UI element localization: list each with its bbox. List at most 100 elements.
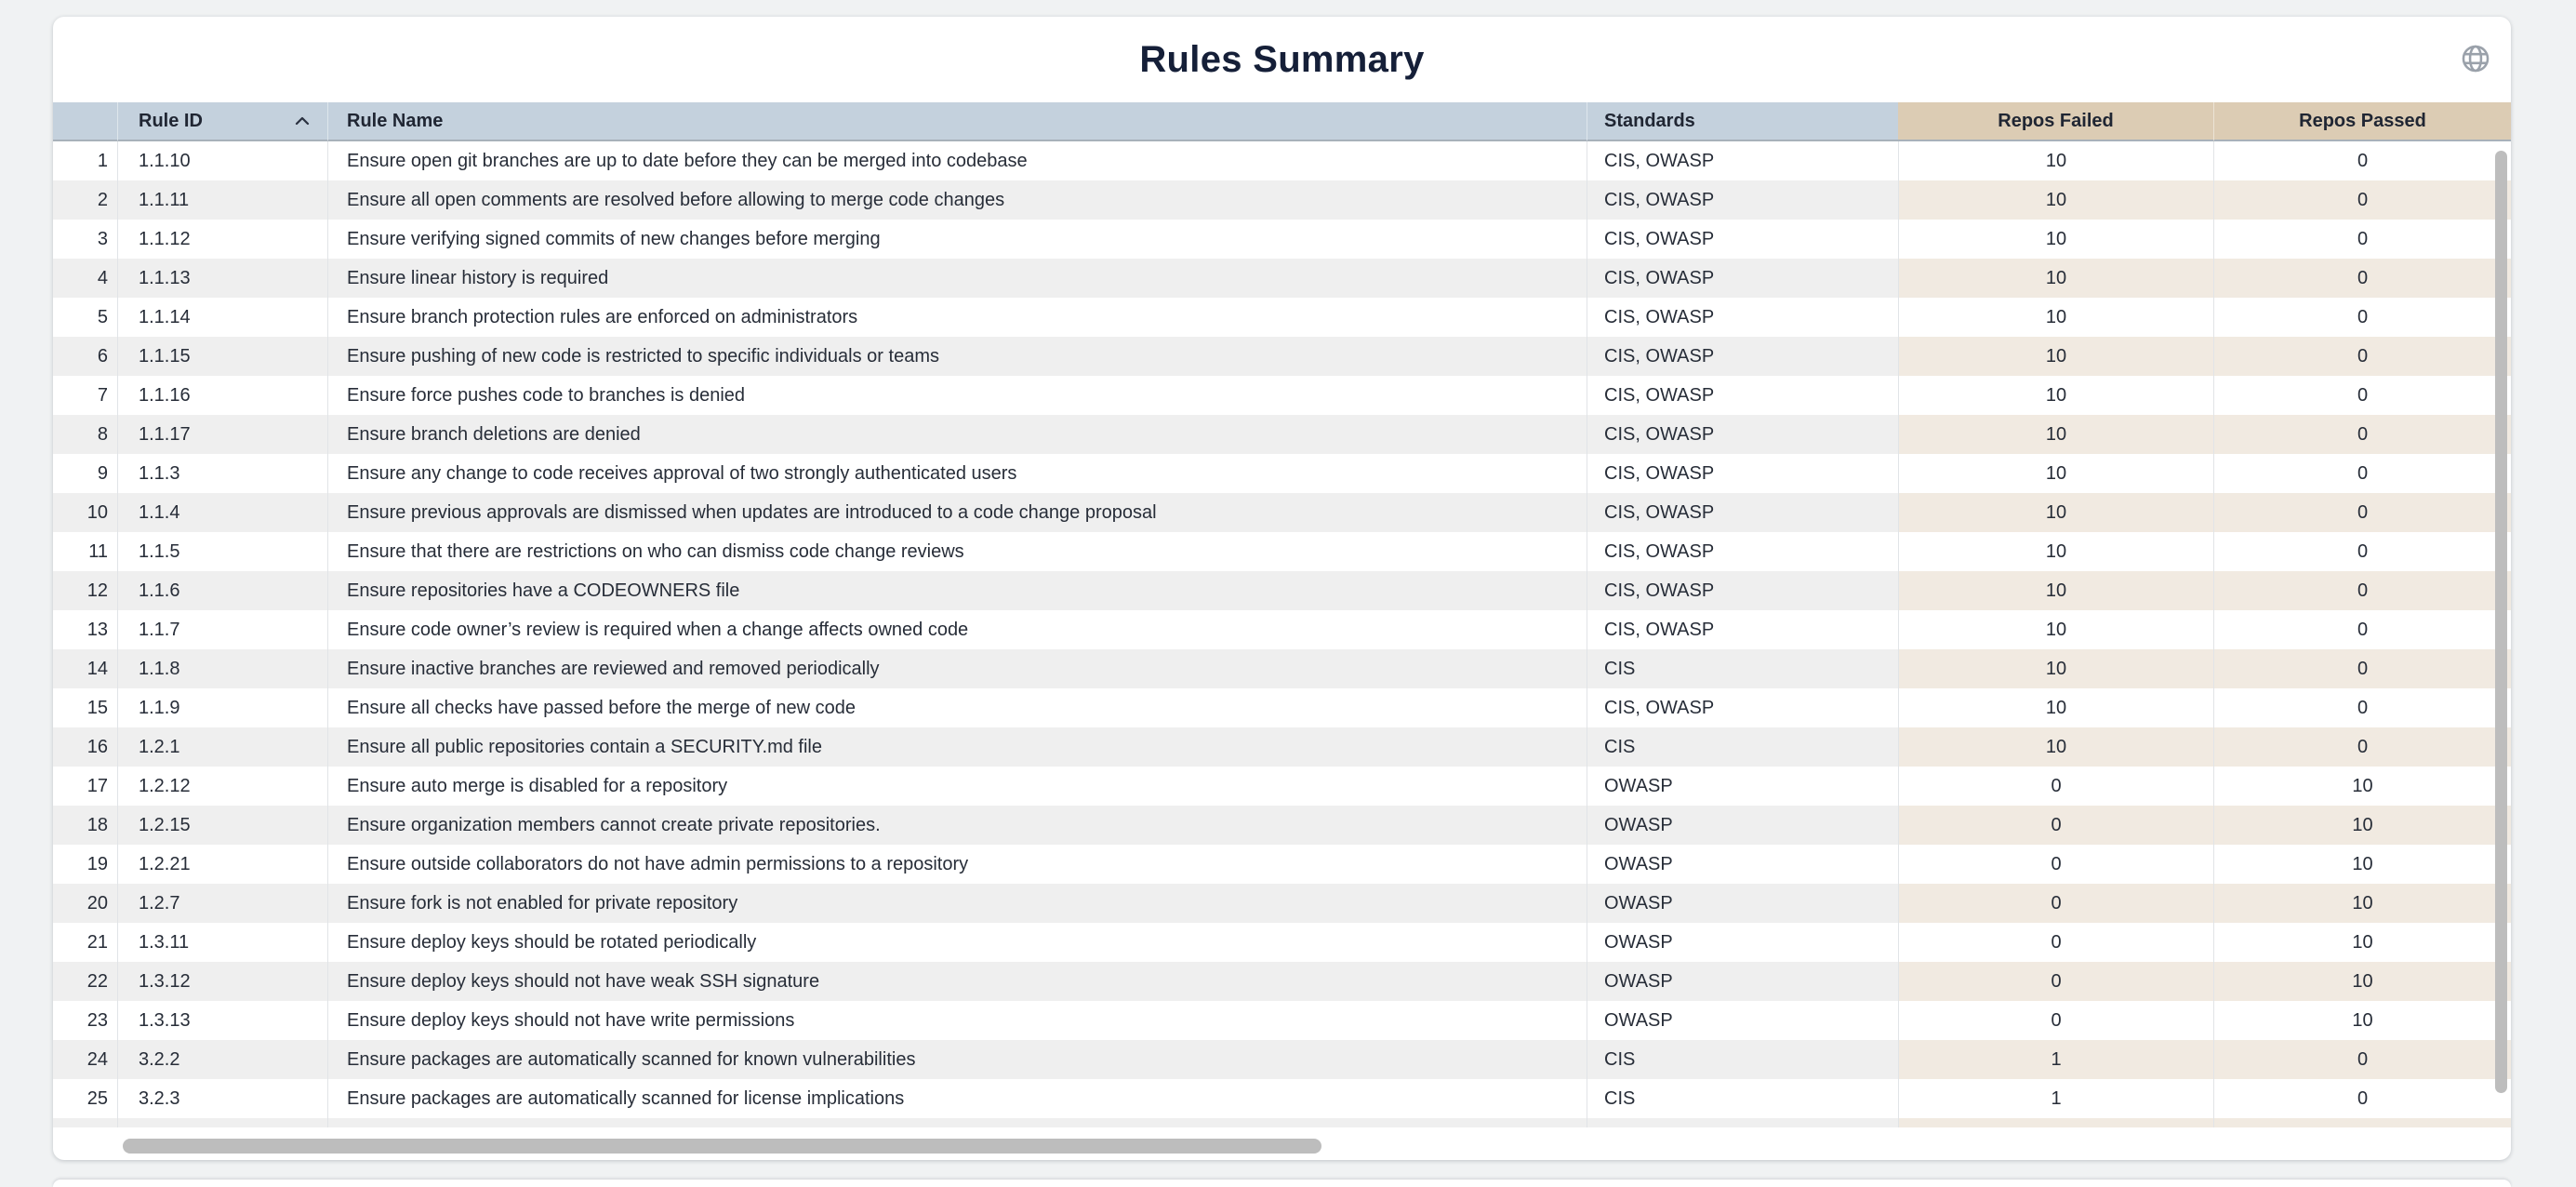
cell-row-index: 25	[53, 1079, 117, 1118]
cell-repos-passed: 0	[2213, 415, 2511, 454]
cell-repos-failed: 10	[1898, 532, 2213, 571]
cell-repos-passed: 0	[2213, 259, 2511, 298]
cell-repos-passed: 0	[2213, 220, 2511, 259]
cell-rule-id: 1.2.7	[117, 884, 327, 923]
cell-repos-failed: 10	[1898, 610, 2213, 649]
cell-rule-name: Ensure branch protection rules are enfor…	[327, 298, 1587, 337]
cell-repos-passed: 0	[2213, 571, 2511, 610]
cell-repos-failed: 0	[1898, 962, 2213, 1001]
column-header-repos-passed[interactable]: Repos Passed	[2213, 102, 2511, 141]
cell-repos-failed: 10	[1898, 493, 2213, 532]
column-header-row-index[interactable]	[53, 102, 117, 141]
cell-standards: OWASP	[1587, 923, 1898, 962]
globe-icon[interactable]	[2460, 43, 2491, 74]
cell-row-index: 11	[53, 532, 117, 571]
cell-rule-id: 1.2.21	[117, 845, 327, 884]
cell-rule-name: Ensure code owner’s review is required w…	[327, 610, 1587, 649]
table-row-partial	[1587, 1118, 1898, 1127]
cell-repos-failed: 10	[1898, 376, 2213, 415]
horizontal-scrollbar-thumb[interactable]	[123, 1139, 1321, 1154]
column-header-label: Rule ID	[139, 111, 203, 132]
cell-repos-passed: 10	[2213, 845, 2511, 884]
cell-standards: OWASP	[1587, 1001, 1898, 1040]
cell-rule-name: Ensure outside collaborators do not have…	[327, 845, 1587, 884]
cell-standards: CIS, OWASP	[1587, 610, 1898, 649]
cell-repos-failed: 10	[1898, 220, 2213, 259]
column-header-rule-id[interactable]: Rule ID	[117, 102, 327, 141]
cell-rule-name: Ensure packages are automatically scanne…	[327, 1079, 1587, 1118]
cell-repos-failed: 0	[1898, 923, 2213, 962]
cell-rule-id: 1.3.12	[117, 962, 327, 1001]
cell-standards: CIS, OWASP	[1587, 454, 1898, 493]
table-row-partial	[117, 1118, 327, 1127]
cell-rule-name: Ensure branch deletions are denied	[327, 415, 1587, 454]
column-header-repos-failed[interactable]: Repos Failed	[1898, 102, 2213, 141]
cell-repos-failed: 10	[1898, 298, 2213, 337]
cell-rule-id: 3.2.3	[117, 1079, 327, 1118]
cell-repos-passed: 0	[2213, 337, 2511, 376]
cell-row-index: 24	[53, 1040, 117, 1079]
cell-rule-name: Ensure auto merge is disabled for a repo…	[327, 767, 1587, 806]
cell-standards: CIS	[1587, 1079, 1898, 1118]
rules-summary-card: Rules Summary Rule ID Rul	[53, 17, 2511, 1160]
cell-row-index: 5	[53, 298, 117, 337]
cell-rule-id: 1.1.9	[117, 688, 327, 727]
cell-standards: CIS, OWASP	[1587, 220, 1898, 259]
cell-rule-id: 1.1.4	[117, 493, 327, 532]
column-header-standards[interactable]: Standards	[1587, 102, 1898, 141]
cell-rule-name: Ensure linear history is required	[327, 259, 1587, 298]
cell-rule-name: Ensure open git branches are up to date …	[327, 141, 1587, 180]
cell-standards: OWASP	[1587, 806, 1898, 845]
cell-row-index: 10	[53, 493, 117, 532]
cell-repos-passed: 0	[2213, 493, 2511, 532]
cell-repos-passed: 10	[2213, 767, 2511, 806]
vertical-scrollbar-thumb[interactable]	[2495, 151, 2507, 1093]
cell-standards: OWASP	[1587, 884, 1898, 923]
cell-row-index: 15	[53, 688, 117, 727]
cell-standards: CIS	[1587, 649, 1898, 688]
column-header-rule-name[interactable]: Rule Name	[327, 102, 1587, 141]
cell-row-index: 2	[53, 180, 117, 220]
table-row-partial	[53, 1118, 117, 1127]
cell-repos-passed: 10	[2213, 923, 2511, 962]
cell-standards: OWASP	[1587, 767, 1898, 806]
cell-row-index: 18	[53, 806, 117, 845]
cell-repos-failed: 10	[1898, 454, 2213, 493]
table-row-partial	[327, 1118, 1587, 1127]
cell-standards: CIS, OWASP	[1587, 337, 1898, 376]
cell-repos-passed: 0	[2213, 688, 2511, 727]
cell-standards: OWASP	[1587, 845, 1898, 884]
cell-row-index: 20	[53, 884, 117, 923]
cell-repos-passed: 0	[2213, 727, 2511, 767]
cell-rule-name: Ensure deploy keys should not have write…	[327, 1001, 1587, 1040]
page: Rules Summary Rule ID Rul	[0, 0, 2576, 1185]
cell-rule-id: 1.1.7	[117, 610, 327, 649]
cell-rule-name: Ensure verifying signed commits of new c…	[327, 220, 1587, 259]
cell-row-index: 16	[53, 727, 117, 767]
cell-row-index: 13	[53, 610, 117, 649]
card-header: Rules Summary	[53, 17, 2511, 102]
cell-rule-id: 1.1.13	[117, 259, 327, 298]
cell-rule-id: 1.1.16	[117, 376, 327, 415]
rules-table: Rule ID Rule Name Standards Repos Failed…	[53, 102, 2511, 1127]
cell-row-index: 17	[53, 767, 117, 806]
cell-repos-failed: 10	[1898, 337, 2213, 376]
cell-repos-passed: 10	[2213, 806, 2511, 845]
cell-repos-failed: 10	[1898, 415, 2213, 454]
cell-repos-failed: 10	[1898, 571, 2213, 610]
cell-row-index: 6	[53, 337, 117, 376]
cell-rule-name: Ensure that there are restrictions on wh…	[327, 532, 1587, 571]
cell-repos-failed: 0	[1898, 806, 2213, 845]
cell-rule-id: 1.1.11	[117, 180, 327, 220]
cell-repos-passed: 10	[2213, 1001, 2511, 1040]
cell-rule-id: 1.1.6	[117, 571, 327, 610]
cell-row-index: 4	[53, 259, 117, 298]
table-row-partial	[1898, 1118, 2213, 1127]
cell-standards: CIS, OWASP	[1587, 493, 1898, 532]
cell-standards: CIS	[1587, 1040, 1898, 1079]
cell-rule-name: Ensure force pushes code to branches is …	[327, 376, 1587, 415]
cell-row-index: 7	[53, 376, 117, 415]
cell-repos-failed: 10	[1898, 259, 2213, 298]
cell-rule-id: 1.2.1	[117, 727, 327, 767]
cell-rule-id: 1.3.11	[117, 923, 327, 962]
